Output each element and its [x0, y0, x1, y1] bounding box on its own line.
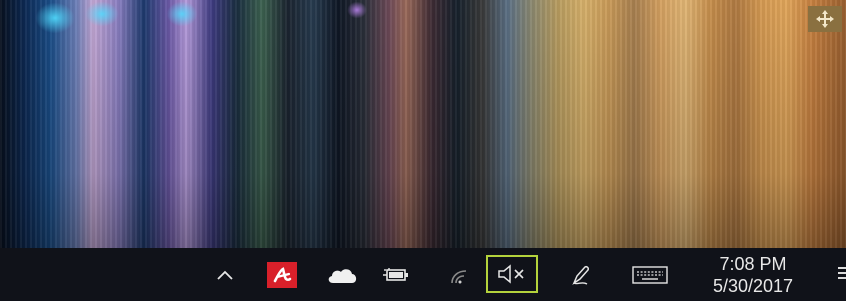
notifications-icon — [838, 267, 846, 269]
power-tray-button[interactable] — [380, 258, 412, 292]
move-icon[interactable] — [808, 6, 842, 32]
onedrive-tray-button[interactable] — [322, 258, 362, 292]
avira-tray-button[interactable] — [264, 258, 300, 292]
windows-ink-tray-button[interactable] — [566, 258, 596, 292]
speaker-muted-icon — [498, 264, 524, 284]
battery-charging-icon — [383, 268, 408, 281]
clock-time: 7:08 PM — [719, 254, 787, 274]
avira-icon — [267, 262, 297, 288]
desktop-wallpaper — [0, 0, 846, 248]
pen-icon — [572, 266, 589, 286]
touch-keyboard-tray-button[interactable] — [628, 258, 672, 292]
cloud-icon — [328, 269, 357, 283]
wifi-icon — [451, 270, 467, 284]
move-arrows-icon — [816, 10, 834, 28]
clock-date: 5/30/2017 — [712, 276, 794, 296]
action-center-button[interactable] — [836, 264, 846, 284]
taskbar: 7:08 PM 5/30/2017 — [0, 248, 846, 301]
volume-tray-button[interactable] — [486, 255, 538, 293]
show-hidden-icons-button[interactable] — [212, 258, 238, 292]
network-tray-button[interactable] — [444, 258, 474, 292]
chevron-up-icon — [217, 270, 233, 280]
clock[interactable]: 7:08 PM 5/30/2017 — [698, 252, 808, 300]
keyboard-icon — [632, 266, 668, 284]
